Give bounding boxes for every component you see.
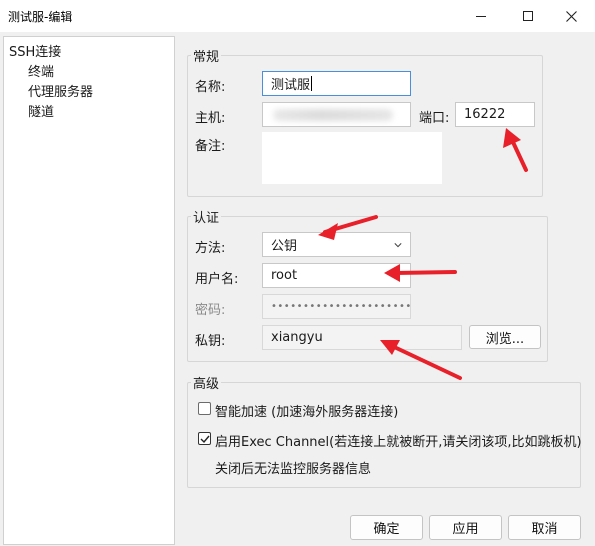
exec-channel-note: 关闭后无法监控服务器信息	[215, 462, 372, 477]
tree-item-tunnel[interactable]: 隧道	[28, 101, 54, 120]
port-label: 端口:	[419, 111, 450, 126]
maximize-button[interactable]	[505, 0, 551, 32]
browse-button[interactable]: 浏览...	[469, 325, 541, 349]
tree-item-ssh[interactable]: SSH连接	[9, 41, 61, 60]
title-bar: 测试服-编辑	[0, 0, 595, 32]
maximize-icon	[523, 11, 533, 21]
exec-channel-label: 启用Exec Channel(若连接上就被断开,请关闭该项,比如跳板机)	[215, 435, 582, 450]
host-label: 主机:	[195, 111, 226, 126]
chevron-down-icon	[394, 243, 402, 248]
note-textarea[interactable]	[262, 132, 442, 184]
tree-item-terminal[interactable]: 终端	[28, 61, 54, 80]
method-label: 方法:	[195, 241, 226, 256]
username-label: 用户名:	[195, 272, 239, 287]
method-value: 公钥	[271, 239, 298, 254]
redacted-host	[273, 109, 393, 121]
window-title: 测试服-编辑	[8, 10, 73, 24]
exec-channel-checkbox[interactable]	[198, 432, 211, 445]
port-value: 16222	[464, 107, 506, 122]
cancel-button[interactable]: 取消	[508, 515, 581, 540]
port-input[interactable]: 16222	[455, 102, 535, 127]
private-key-input[interactable]: xiangyu	[262, 325, 462, 350]
advanced-group-title: 高级	[191, 373, 222, 392]
host-input[interactable]	[262, 102, 411, 127]
checkmark-icon	[200, 435, 210, 444]
ok-button[interactable]: 确定	[350, 515, 423, 540]
tree-item-proxy[interactable]: 代理服务器	[28, 81, 93, 100]
password-input[interactable]: ••••••••••••••••••••••••	[262, 294, 411, 319]
minimize-icon	[476, 15, 486, 17]
general-group-title: 常规	[191, 46, 222, 65]
name-input[interactable]: 测试服	[262, 71, 411, 96]
apply-button[interactable]: 应用	[429, 515, 502, 540]
private-key-label: 私钥:	[195, 334, 226, 349]
settings-tree: SSH连接 终端 代理服务器 隧道	[3, 36, 175, 545]
smart-accel-checkbox[interactable]	[198, 402, 211, 415]
name-value: 测试服	[271, 78, 311, 93]
auth-group-title: 认证	[191, 207, 222, 226]
note-label: 备注:	[195, 139, 226, 154]
minimize-button[interactable]	[458, 0, 504, 32]
password-value: ••••••••••••••••••••••••	[271, 301, 411, 312]
text-caret	[311, 76, 313, 91]
password-label: 密码:	[195, 303, 226, 318]
smart-accel-label: 智能加速 (加速海外服务器连接)	[215, 405, 399, 420]
method-select[interactable]: 公钥	[262, 232, 411, 257]
name-label: 名称:	[195, 80, 226, 95]
close-button[interactable]	[548, 0, 594, 32]
private-key-value: xiangyu	[271, 330, 323, 345]
username-value: root	[271, 268, 298, 283]
username-input[interactable]: root	[262, 263, 411, 288]
close-icon	[565, 10, 577, 22]
